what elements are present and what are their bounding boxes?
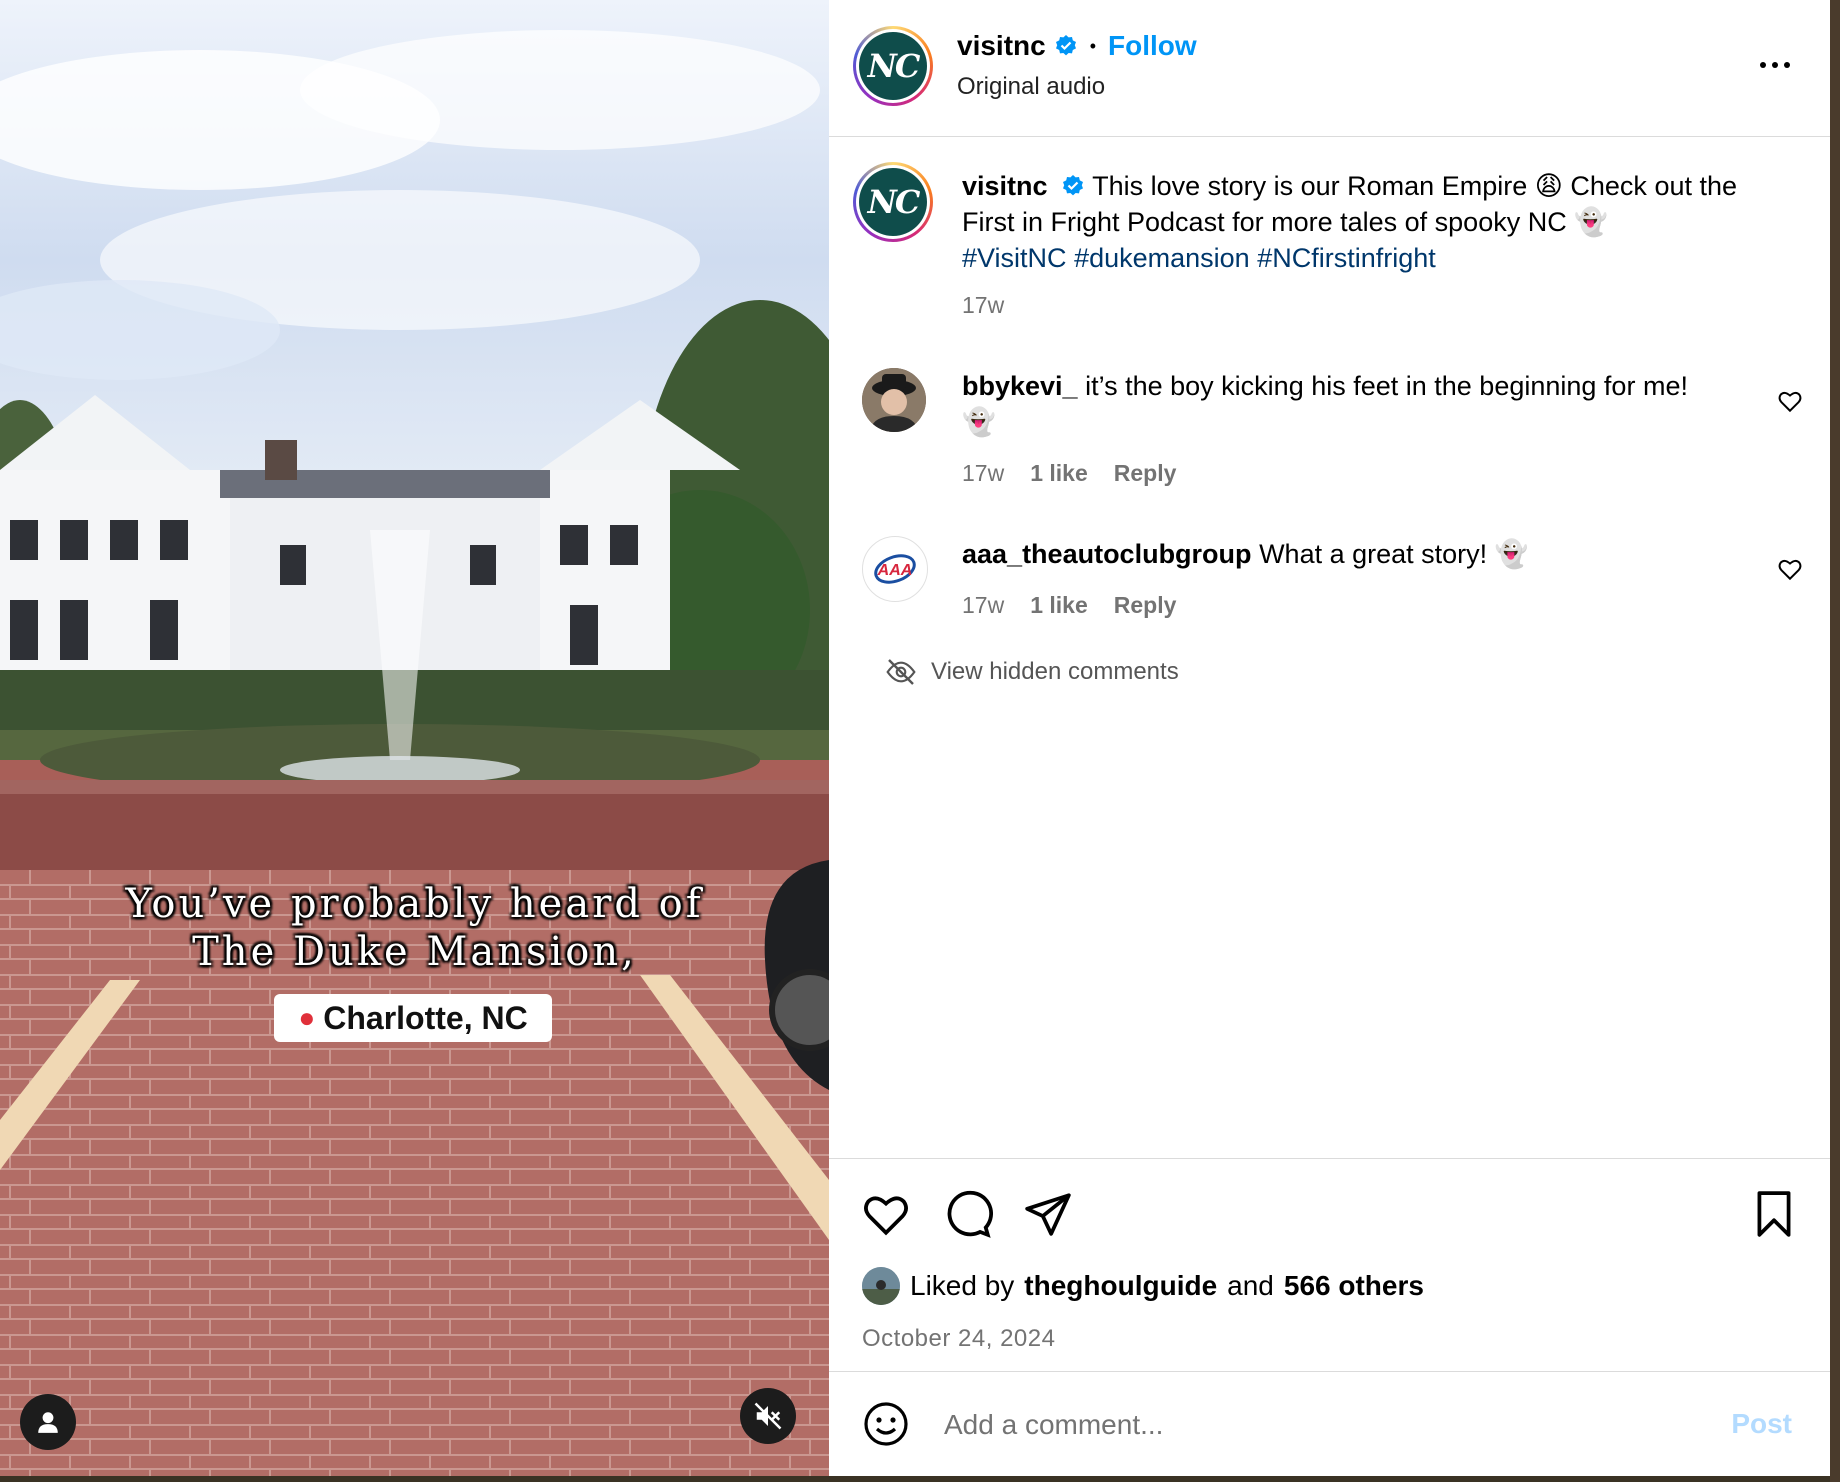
comment-like-heart-icon[interactable] [1777, 556, 1803, 582]
reel-video[interactable]: You’ve probably heard of The Duke Mansio… [0, 0, 829, 1476]
nc-logo: NC [859, 32, 927, 100]
comment-time[interactable]: 17w [962, 460, 1004, 487]
comment-text: it’s the boy kicking his feet in the beg… [1085, 371, 1636, 401]
ghost-emoji: 👻 [1494, 539, 1529, 569]
comment-username[interactable]: bbykevi_ [962, 371, 1078, 401]
nc-logo: NC [859, 168, 927, 236]
post-comment-button[interactable]: Post [1731, 1408, 1792, 1440]
comment-meta: 17w 1 like Reply [962, 592, 1176, 619]
likes-count[interactable]: 566 others [1284, 1270, 1424, 1302]
comment-meta: 17w 1 like Reply [962, 460, 1176, 487]
post-header: NC visitnc • Follow Original audio [829, 0, 1830, 137]
commenter-avatar[interactable] [862, 368, 926, 432]
hashtag-ncfirstinfright[interactable]: #NCfirstinfright [1257, 243, 1436, 273]
background-strip [1830, 0, 1840, 1482]
follow-button[interactable]: Follow [1108, 30, 1197, 62]
heart-icon[interactable] [861, 1189, 911, 1239]
view-hidden-comments-label: View hidden comments [931, 658, 1179, 685]
mute-toggle-button[interactable] [740, 1388, 796, 1444]
post-details-panel: NC visitnc • Follow Original audio NC vi… [829, 0, 1830, 1476]
comment-text-block: bbykevi_ it’s the boy kicking his feet i… [962, 368, 1722, 440]
comment-icon[interactable] [943, 1189, 993, 1239]
hashtag-dukemansion[interactable]: #dukemansion [1074, 243, 1250, 273]
background-strip [0, 1476, 1840, 1482]
emoji-icon[interactable] [862, 1400, 910, 1448]
eye-off-icon [886, 659, 916, 685]
ghost-emoji: 👻 [962, 407, 996, 437]
caption-text-1: This love story is our Roman Empire [1092, 171, 1528, 201]
comment-like-heart-icon[interactable] [1777, 388, 1803, 414]
post-actions: Liked by theghoulguide and 566 others Oc… [829, 1158, 1830, 1477]
tagged-people-button[interactable] [20, 1394, 76, 1450]
author-username[interactable]: visitnc [957, 30, 1046, 62]
muted-speaker-icon [754, 1402, 782, 1430]
view-hidden-comments-button[interactable]: View hidden comments [885, 656, 1179, 688]
location-pin-icon: ● [298, 1002, 316, 1033]
profile-photo [862, 368, 926, 432]
liked-by-summary: Liked by theghoulguide and 566 others [862, 1267, 1424, 1305]
caption-username[interactable]: visitnc [962, 171, 1048, 201]
liked-by-and: and [1227, 1270, 1274, 1301]
add-comment-bar: Post [829, 1371, 1830, 1478]
ghost-emoji: 👻 [1574, 207, 1608, 237]
share-icon[interactable] [1023, 1189, 1073, 1239]
post-date[interactable]: October 24, 2024 [862, 1325, 1055, 1353]
video-caption-overlay: You’ve probably heard of The Duke Mansio… [0, 880, 829, 976]
liker-avatar[interactable] [862, 1267, 900, 1305]
comment-text-cont: me! [1642, 371, 1688, 401]
hashtag-visitnc[interactable]: #VisitNC [962, 243, 1067, 273]
dot-separator: • [1089, 35, 1097, 56]
verified-badge-icon [1055, 35, 1076, 56]
person-icon [38, 1412, 58, 1433]
caption-author-avatar[interactable]: NC [853, 162, 933, 242]
location-sticker: ● Charlotte, NC [274, 994, 552, 1042]
reply-button[interactable]: Reply [1114, 592, 1177, 619]
comment-text-block: aaa_theautoclubgroup What a great story!… [962, 536, 1722, 572]
comment-text: What a great story! [1259, 539, 1488, 569]
liked-by-user[interactable]: theghoulguide [1024, 1270, 1217, 1302]
comment-likes[interactable]: 1 like [1030, 592, 1088, 619]
audio-label[interactable]: Original audio [957, 73, 1105, 101]
caption-line-1: You’ve probably heard of [125, 881, 704, 927]
caption-line-2: The Duke Mansion, [192, 929, 637, 975]
liked-by-prefix: Liked by [910, 1270, 1015, 1301]
aaa-logo-text: AAA [877, 562, 913, 579]
aaa-logo: AAA [874, 554, 916, 584]
video-frame [0, 0, 829, 1476]
comment-input[interactable] [942, 1402, 1646, 1448]
weary-emoji: 😩 [1534, 171, 1563, 201]
reply-button[interactable]: Reply [1114, 460, 1177, 487]
commenter-avatar[interactable]: AAA [862, 536, 928, 602]
bookmark-icon[interactable] [1749, 1189, 1799, 1239]
comment-likes[interactable]: 1 like [1030, 460, 1088, 487]
comment-time[interactable]: 17w [962, 592, 1004, 619]
author-avatar[interactable]: NC [853, 26, 933, 106]
location-text: Charlotte, NC [323, 999, 528, 1036]
caption-timestamp[interactable]: 17w [962, 292, 1004, 319]
more-options-icon[interactable] [1760, 50, 1800, 80]
verified-badge-icon [1063, 175, 1084, 196]
post-caption: visitnc This love story is our Roman Emp… [962, 168, 1762, 276]
comment-username[interactable]: aaa_theautoclubgroup [962, 539, 1252, 569]
